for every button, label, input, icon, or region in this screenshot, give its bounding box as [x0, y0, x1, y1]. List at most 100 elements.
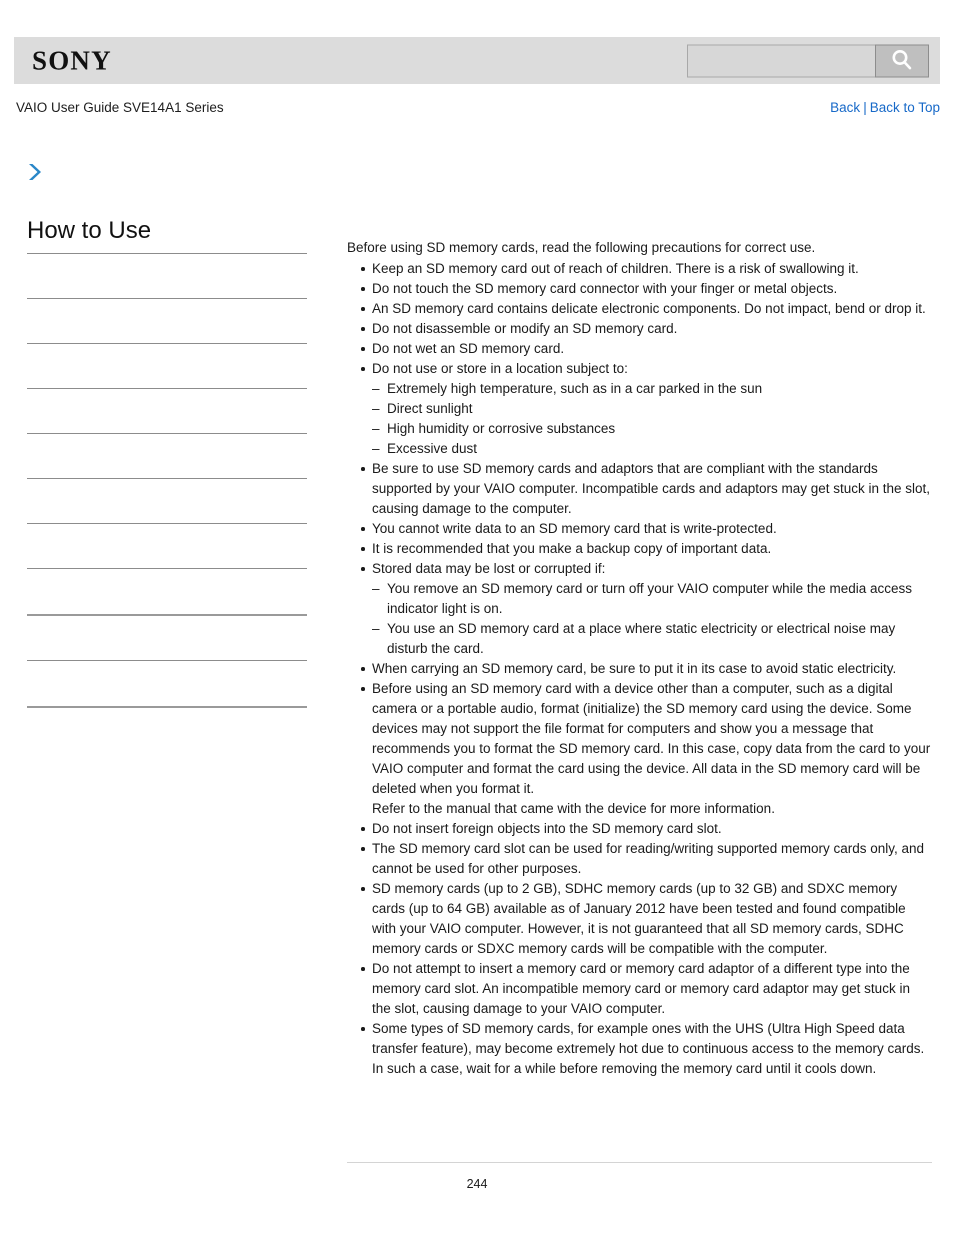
list-item-text: Before using an SD memory card with a de…: [372, 681, 931, 796]
dash-marker: –: [372, 621, 380, 636]
list-item-text: Do not insert foreign objects into the S…: [372, 821, 722, 836]
bullet-marker: [361, 967, 365, 971]
list-item: Do not touch the SD memory card connecto…: [347, 279, 932, 299]
list-item: Stored data may be lost or corrupted if:…: [347, 559, 932, 659]
back-link[interactable]: Back: [830, 100, 860, 115]
page-number: 244: [466, 1177, 488, 1191]
list-item: Do not use or store in a location subjec…: [347, 359, 932, 459]
list-item: SD memory cards (up to 2 GB), SDHC memor…: [347, 879, 932, 959]
list-item-text: Some types of SD memory cards, for examp…: [372, 1021, 925, 1076]
list-item-extra-text: Refer to the manual that came with the d…: [372, 801, 775, 816]
list-item: An SD memory card contains delicate elec…: [347, 299, 932, 319]
precautions-list: Keep an SD memory card out of reach of c…: [347, 259, 932, 1079]
list-item: Do not attempt to insert a memory card o…: [347, 959, 932, 1019]
dash-marker: –: [372, 381, 380, 396]
list-item-text: Do not use or store in a location subjec…: [372, 361, 628, 376]
dash-marker: –: [372, 441, 380, 456]
sidebar-item-6[interactable]: [27, 479, 307, 523]
list-item-text: Stored data may be lost or corrupted if:: [372, 561, 606, 576]
bullet-marker: [361, 547, 365, 551]
bullet-marker: [361, 887, 365, 891]
sidebar-item-7[interactable]: [27, 524, 307, 568]
sidebar-item-10[interactable]: [27, 661, 307, 706]
sub-list-item-text: You remove an SD memory card or turn off…: [387, 581, 912, 616]
back-to-top-link[interactable]: Back to Top: [870, 100, 940, 115]
sidebar-title: How to Use: [27, 217, 152, 244]
bullet-marker: [361, 267, 365, 271]
list-item-text: You cannot write data to an SD memory ca…: [372, 521, 777, 536]
list-item: Keep an SD memory card out of reach of c…: [347, 259, 932, 279]
list-item-text: Do not touch the SD memory card connecto…: [372, 281, 838, 296]
list-item: The SD memory card slot can be used for …: [347, 839, 932, 879]
sub-list-item-text: Excessive dust: [387, 441, 478, 456]
sidebar-item-2[interactable]: [27, 299, 307, 343]
sidebar-item-8[interactable]: [27, 569, 307, 614]
bullet-marker: [361, 287, 365, 291]
sub-list-item: – Extremely high temperature, such as in …: [372, 379, 932, 399]
site-header: SONY: [14, 37, 940, 84]
main-content: Before using SD memory cards, read the f…: [347, 238, 932, 1079]
list-item-text: Do not wet an SD memory card.: [372, 341, 565, 356]
search-area: [687, 44, 929, 77]
list-item-text: Be sure to use SD memory cards and adapt…: [372, 461, 931, 516]
search-input[interactable]: [687, 44, 875, 77]
list-item: Some types of SD memory cards, for examp…: [347, 1019, 932, 1079]
list-item-text: Keep an SD memory card out of reach of c…: [372, 261, 859, 276]
list-item-text: When carrying an SD memory card, be sure…: [372, 661, 897, 676]
bullet-marker: [361, 667, 365, 671]
sidebar-item-4[interactable]: [27, 389, 307, 433]
list-item: Be sure to use SD memory cards and adapt…: [347, 459, 932, 519]
intro-paragraph: Before using SD memory cards, read the f…: [347, 240, 816, 255]
sub-list-item: – High humidity or corrosive substances: [372, 419, 932, 439]
sub-list: – You remove an SD memory card or turn of…: [372, 579, 932, 659]
sub-list-item-text: You use an SD memory card at a place whe…: [387, 621, 896, 656]
list-item-text: Do not disassemble or modify an SD memor…: [372, 321, 678, 336]
list-item-text: Do not attempt to insert a memory card o…: [372, 961, 910, 1016]
dash-marker: –: [372, 421, 380, 436]
list-item: It is recommended that you make a backup…: [347, 539, 932, 559]
list-item: Before using an SD memory card with a de…: [347, 679, 932, 819]
bullet-marker: [361, 327, 365, 331]
search-icon: [889, 48, 915, 74]
sub-list-item-text: Extremely high temperature, such as in a…: [387, 381, 763, 396]
sidebar-item-1[interactable]: [27, 254, 307, 298]
footer-divider: [347, 1162, 932, 1163]
bullet-marker: [361, 467, 365, 471]
list-item-text: An SD memory card contains delicate elec…: [372, 301, 926, 316]
bullet-marker: [361, 307, 365, 311]
dash-marker: –: [372, 581, 380, 596]
sidebar-item-9[interactable]: [27, 616, 307, 660]
sub-list-item-text: Direct sunlight: [387, 401, 473, 416]
sub-list-item: – Excessive dust: [372, 439, 932, 459]
sidebar: How to Use: [27, 217, 307, 709]
sidebar-divider: [27, 706, 307, 709]
page-title: VAIO User Guide SVE14A1 Series: [16, 100, 224, 115]
header-nav-links: Back | Back to Top: [830, 100, 940, 115]
bullet-marker: [361, 347, 365, 351]
list-item-text: It is recommended that you make a backup…: [372, 541, 772, 556]
subheader: VAIO User Guide SVE14A1 Series Back | Back…: [14, 100, 940, 122]
bullet-marker: [361, 827, 365, 831]
list-item: You cannot write data to an SD memory ca…: [347, 519, 932, 539]
list-item-text: SD memory cards (up to 2 GB), SDHC memor…: [372, 881, 906, 956]
bullet-marker: [361, 367, 365, 371]
list-item: Do not wet an SD memory card.: [347, 339, 932, 359]
dash-marker: –: [372, 401, 380, 416]
sub-list-item: – Direct sunlight: [372, 399, 932, 419]
bullet-marker: [361, 847, 365, 851]
sub-list-item-text: High humidity or corrosive substances: [387, 421, 616, 436]
sidebar-item-5[interactable]: [27, 434, 307, 478]
link-separator: |: [863, 100, 867, 115]
sub-list-item: – You remove an SD memory card or turn of…: [372, 579, 932, 619]
bullet-marker: [361, 567, 365, 571]
list-item-text: The SD memory card slot can be used for …: [372, 841, 925, 876]
list-item: Do not insert foreign objects into the S…: [347, 819, 932, 839]
search-button[interactable]: [875, 44, 929, 77]
expand-toggle[interactable]: [22, 160, 52, 188]
bullet-marker: [361, 527, 365, 531]
list-item: When carrying an SD memory card, be sure…: [347, 659, 932, 679]
bullet-marker: [361, 1027, 365, 1031]
bullet-marker: [361, 687, 365, 691]
sidebar-item-3[interactable]: [27, 344, 307, 388]
list-item: Do not disassemble or modify an SD memor…: [347, 319, 932, 339]
